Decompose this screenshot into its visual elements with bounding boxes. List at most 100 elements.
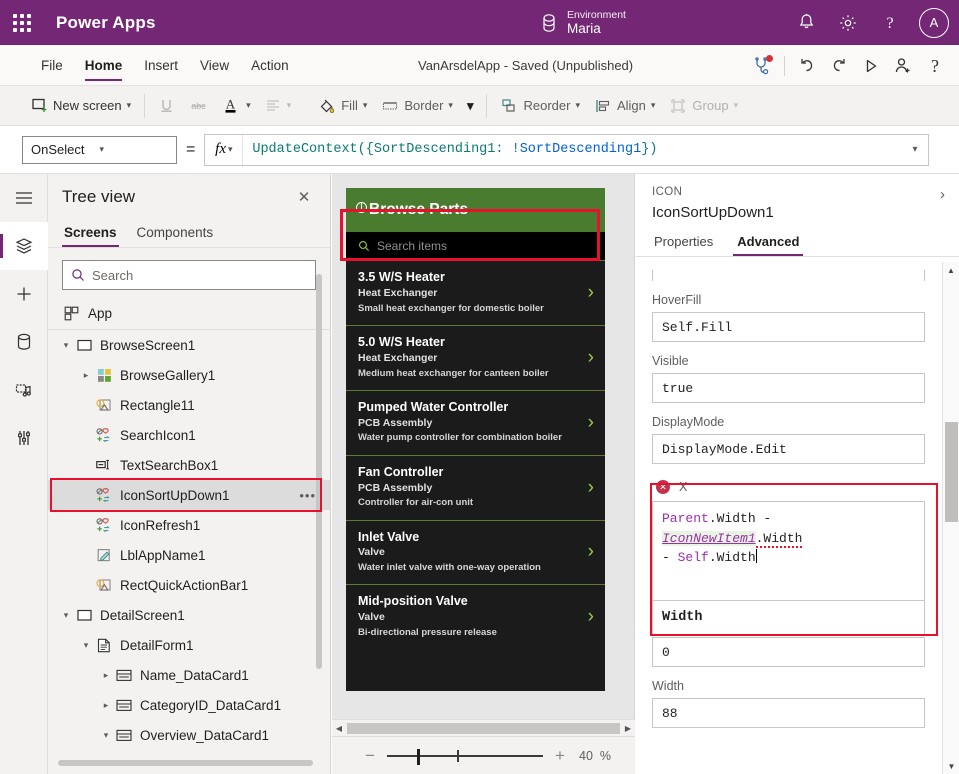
- menu-item-file[interactable]: File: [30, 45, 74, 86]
- canvas-hscroll-thumb[interactable]: [347, 723, 620, 734]
- tree-view-hscrollbar[interactable]: [58, 760, 313, 766]
- tab-properties[interactable]: Properties: [652, 230, 715, 256]
- tree-node-searchicon1[interactable]: SearchIcon1: [48, 420, 330, 450]
- menu-item-action[interactable]: Action: [240, 45, 300, 86]
- twisty-down-icon[interactable]: ▾: [58, 610, 74, 621]
- scroll-left-arrow-icon[interactable]: ◀: [332, 724, 346, 733]
- new-screen-button[interactable]: New screen ▾: [24, 91, 138, 121]
- waffle-icon[interactable]: [0, 14, 44, 32]
- menu-item-insert[interactable]: Insert: [133, 45, 189, 86]
- gallery-item[interactable]: Pumped Water ControllerPCB AssemblyWater…: [346, 390, 605, 455]
- group-button[interactable]: Group ▾: [662, 91, 745, 121]
- fx-icon[interactable]: fx ▾: [205, 135, 243, 165]
- property-select[interactable]: OnSelect ▾: [22, 136, 177, 164]
- share-user-icon[interactable]: [887, 50, 919, 82]
- tree-node-rectquickactionbar1[interactable]: RectQuickActionBar1: [48, 570, 330, 600]
- twisty-right-icon[interactable]: ▸: [78, 370, 94, 381]
- scroll-up-arrow-icon[interactable]: ▲: [943, 262, 959, 278]
- help-question-icon[interactable]: ?: [871, 4, 909, 42]
- formula-input-wrapper[interactable]: fx ▾ UpdateContext({SortDescending1: !So…: [204, 134, 929, 166]
- gallery-item[interactable]: Mid-position ValveValveBi-directional pr…: [346, 584, 605, 649]
- tree-search-box[interactable]: [62, 260, 316, 290]
- chevron-right-icon[interactable]: ›: [588, 541, 594, 563]
- strikethrough-button[interactable]: abc: [182, 91, 215, 121]
- visible-input[interactable]: true: [652, 373, 925, 403]
- tree-node-detailform1[interactable]: ▾DetailForm1: [48, 630, 330, 660]
- gallery-item[interactable]: 5.0 W/S HeaterHeat ExchangerMedium heat …: [346, 325, 605, 390]
- tab-components[interactable]: Components: [135, 220, 216, 247]
- properties-scrollbar[interactable]: ▲ ▼: [942, 262, 959, 774]
- app-search-bar[interactable]: Search items: [346, 232, 605, 260]
- tree-node-overview_datacard1[interactable]: ▾Overview_DataCard1: [48, 720, 330, 750]
- preview-play-icon[interactable]: [855, 50, 887, 82]
- tree-node-browsescreen1[interactable]: ▾BrowseScreen1: [48, 330, 330, 360]
- chevron-right-icon[interactable]: ›: [588, 412, 594, 434]
- zoom-slider[interactable]: [387, 749, 543, 763]
- align-button[interactable]: Align ▾: [587, 91, 662, 121]
- gallery-item[interactable]: 3.5 W/S HeaterHeat ExchangerSmall heat e…: [346, 260, 605, 325]
- tree-node-iconrefresh1[interactable]: IconRefresh1: [48, 510, 330, 540]
- menu-item-home[interactable]: Home: [74, 45, 134, 86]
- clipped-field-above[interactable]: [652, 270, 925, 281]
- chevron-right-icon[interactable]: ›: [588, 606, 594, 628]
- app-header-bar[interactable]: Browse Parts: [346, 188, 605, 232]
- reorder-button[interactable]: Reorder ▾: [493, 91, 587, 121]
- zoom-in-button[interactable]: +: [547, 746, 573, 766]
- tree-node-app[interactable]: App: [48, 300, 330, 330]
- formula-input[interactable]: UpdateContext({SortDescending1: !SortDes…: [243, 142, 902, 157]
- tree-view-scrollbar[interactable]: [316, 274, 322, 669]
- border-button[interactable]: Border ▾: [374, 91, 460, 121]
- twisty-down-icon[interactable]: ▾: [98, 730, 114, 741]
- tree-node-overflow-menu-icon[interactable]: •••: [299, 488, 316, 503]
- search-input[interactable]: [92, 268, 307, 283]
- undo-icon[interactable]: [791, 50, 823, 82]
- displaymode-input[interactable]: DisplayMode.Edit: [652, 434, 925, 464]
- x-property-editor[interactable]: Parent.Width - IconNewItem1.Width- Self.…: [652, 501, 925, 601]
- tree-node-iconsortupdown1[interactable]: IconSortUpDown1•••: [48, 480, 330, 510]
- help-icon[interactable]: ?: [919, 50, 951, 82]
- tree-node-textsearchbox1[interactable]: TextSearchBox1: [48, 450, 330, 480]
- avatar[interactable]: A: [919, 8, 949, 38]
- properties-scroll-thumb[interactable]: [945, 422, 958, 522]
- hoverfill-input[interactable]: Self.Fill: [652, 312, 925, 342]
- rail-insert-icon[interactable]: [0, 270, 48, 318]
- chevron-right-icon[interactable]: ›: [588, 477, 594, 499]
- gallery-item[interactable]: Fan ControllerPCB AssemblyController for…: [346, 455, 605, 520]
- tree-node-rectangle11[interactable]: Rectangle11: [48, 390, 330, 420]
- app-checker-icon[interactable]: [746, 50, 778, 82]
- rail-advanced-tools-icon[interactable]: [0, 414, 48, 462]
- formula-expand-chevron-icon[interactable]: ▾: [902, 144, 928, 155]
- twisty-down-icon[interactable]: ▾: [58, 340, 74, 351]
- rail-data-icon[interactable]: [0, 318, 48, 366]
- chevron-right-icon[interactable]: ›: [588, 347, 594, 369]
- tree-node-lblappname1[interactable]: LblAppName1: [48, 540, 330, 570]
- width-value-input[interactable]: 0: [652, 637, 925, 667]
- redo-icon[interactable]: [823, 50, 855, 82]
- twisty-down-icon[interactable]: ▾: [78, 640, 94, 651]
- menu-item-view[interactable]: View: [189, 45, 240, 86]
- zoom-out-button[interactable]: −: [357, 746, 383, 766]
- underline-button[interactable]: [151, 91, 182, 121]
- settings-gear-icon[interactable]: [829, 4, 867, 42]
- align-text-button[interactable]: ▾: [258, 91, 299, 121]
- fill-button[interactable]: Fill ▾: [311, 91, 374, 121]
- environment-selector[interactable]: Environment Maria: [540, 0, 626, 45]
- font-color-button[interactable]: A ▾: [215, 91, 258, 121]
- rail-media-icon[interactable]: [0, 366, 48, 414]
- tab-advanced[interactable]: Advanced: [735, 230, 801, 256]
- rail-tree-view-icon[interactable]: [0, 222, 48, 270]
- twisty-right-icon[interactable]: ▸: [98, 700, 114, 711]
- zoom-slider-thumb[interactable]: [417, 749, 420, 765]
- tab-screens[interactable]: Screens: [62, 220, 119, 247]
- scroll-right-arrow-icon[interactable]: ▶: [621, 724, 635, 733]
- more-styles-button[interactable]: ▾: [460, 91, 481, 121]
- chevron-right-icon[interactable]: ›: [940, 186, 945, 203]
- gallery-item[interactable]: Inlet ValveValveWater inlet valve with o…: [346, 520, 605, 585]
- canvas-hscrollbar[interactable]: ◀ ▶: [332, 719, 635, 736]
- error-circle-icon[interactable]: ✕: [656, 480, 670, 494]
- app-brand[interactable]: Power Apps: [56, 13, 156, 33]
- tree-node-browsegallery1[interactable]: ▸BrowseGallery1: [48, 360, 330, 390]
- tree-node-name_datacard1[interactable]: ▸Name_DataCard1: [48, 660, 330, 690]
- tree-node-detailscreen1[interactable]: ▾DetailScreen1: [48, 600, 330, 630]
- chevron-right-icon[interactable]: ›: [588, 282, 594, 304]
